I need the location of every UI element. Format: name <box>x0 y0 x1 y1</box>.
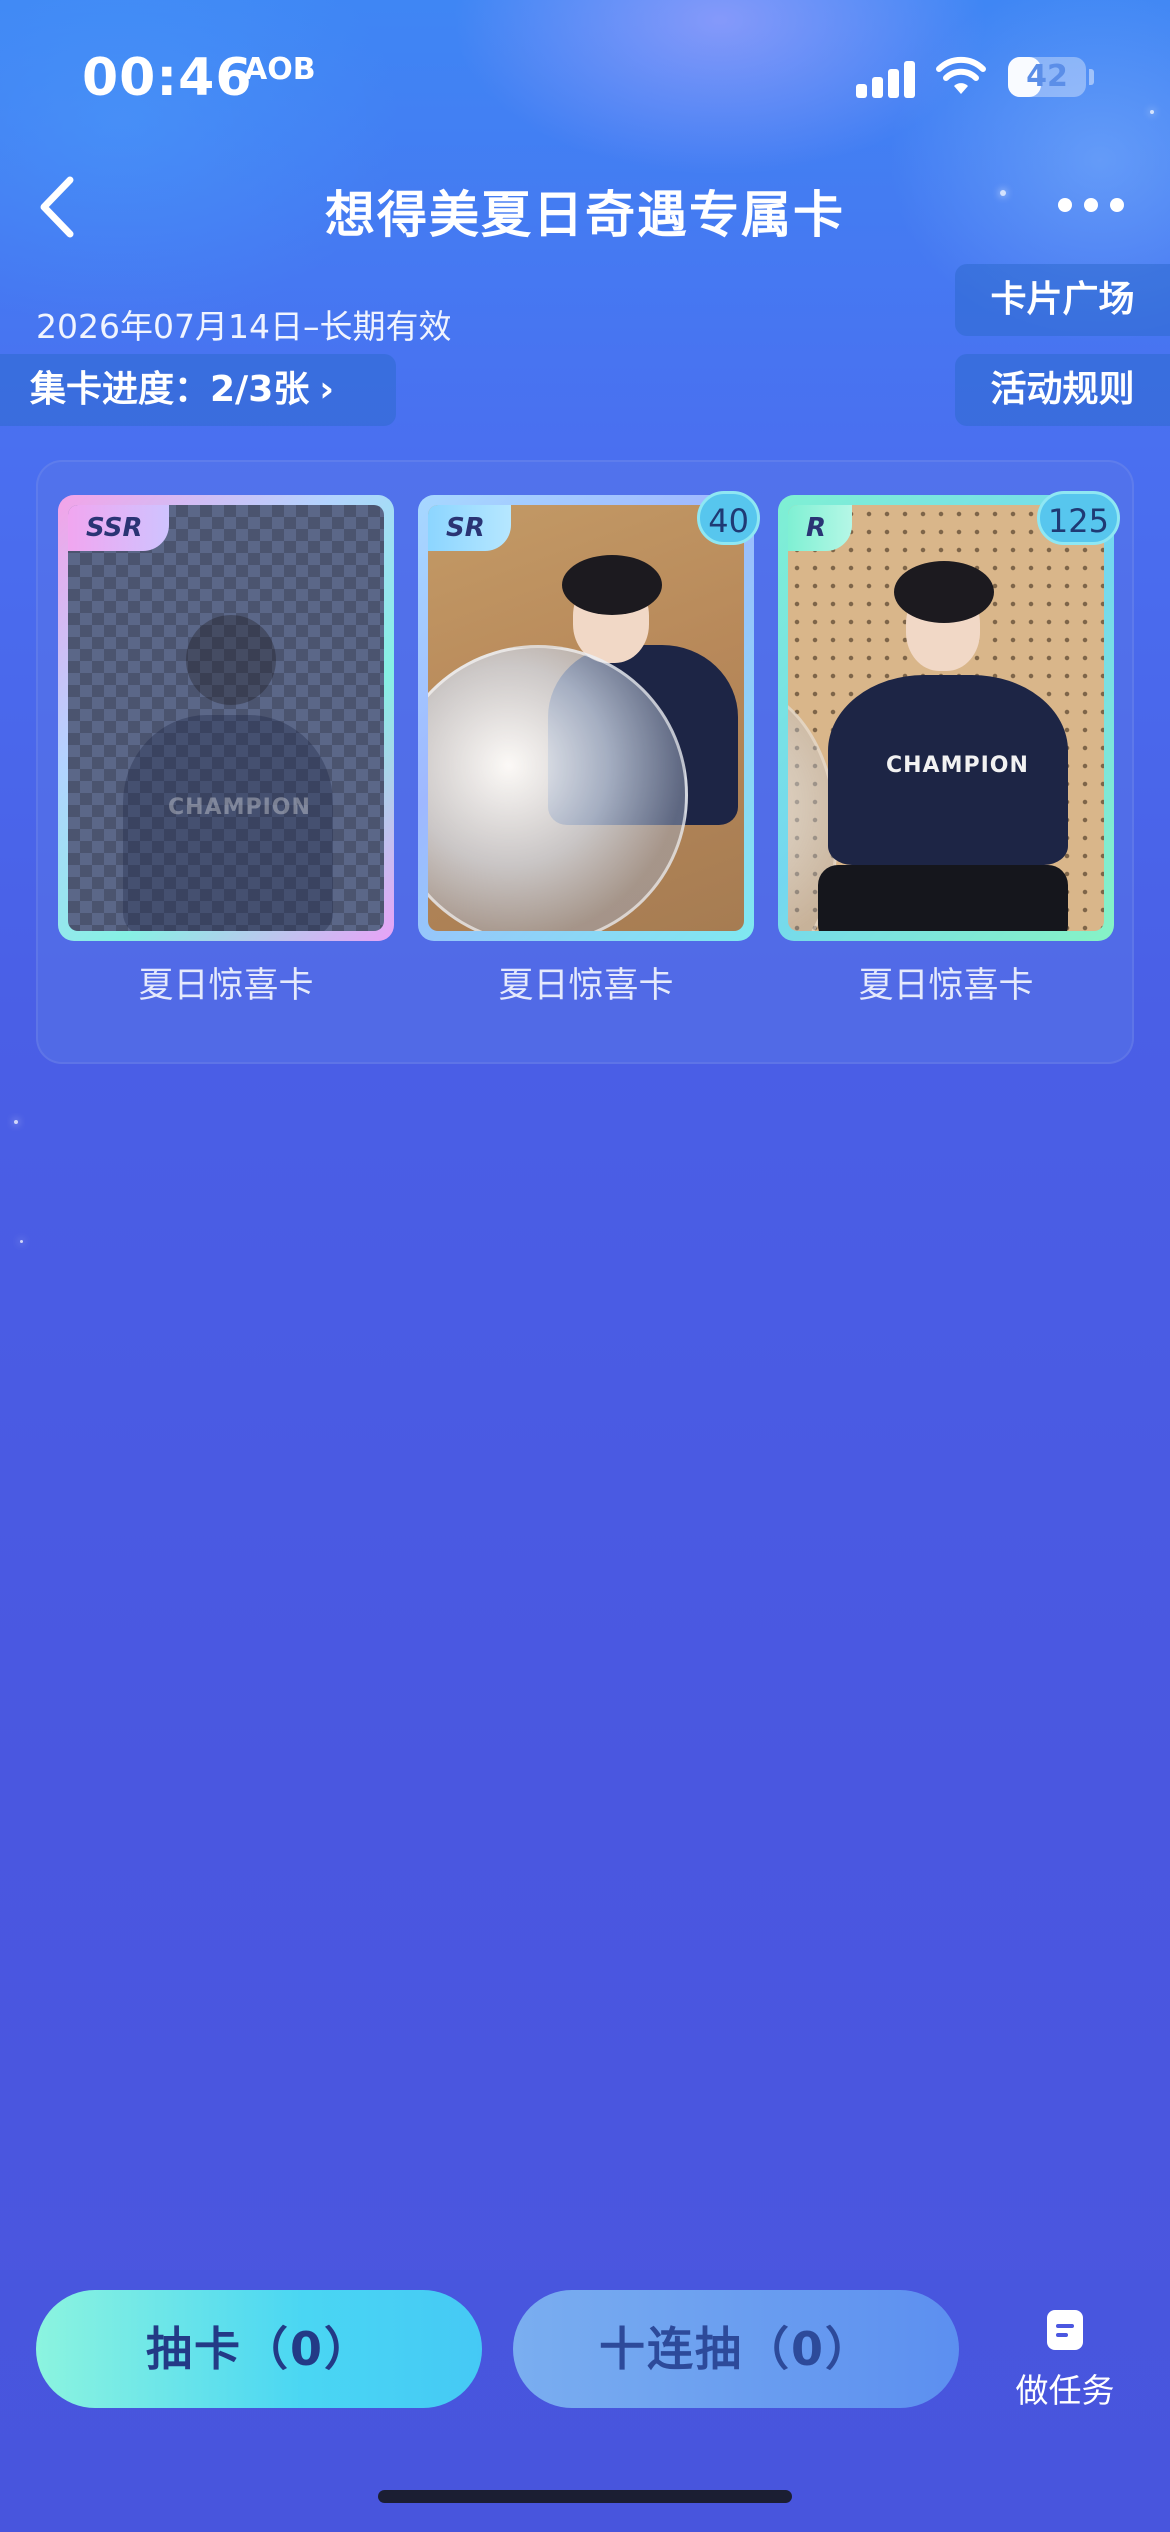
decorative-star <box>20 1240 23 1243</box>
do-tasks-label: 做任务 <box>1015 2371 1115 2410</box>
photo-hair <box>894 561 994 623</box>
battery-tip <box>1089 69 1094 85</box>
collection-progress-label: 集卡进度：2/3张 <box>30 369 310 410</box>
wifi-icon <box>936 56 986 94</box>
card-photo <box>428 505 744 931</box>
rarity-tag: R <box>788 505 853 551</box>
battery-level: 42 <box>1026 59 1068 94</box>
ten-draw-button[interactable]: 十连抽（0） <box>513 2290 959 2408</box>
card-r[interactable]: CHAMPION R 125 <box>778 491 1120 941</box>
rarity-tag: SSR <box>68 505 169 551</box>
card-name: 夏日惊喜卡 <box>138 966 314 1006</box>
card-sr[interactable]: SR 40 <box>418 491 760 941</box>
document-icon <box>1047 2310 1083 2350</box>
do-tasks-button[interactable]: 做任务 <box>1000 2306 1130 2416</box>
app-indicator-icon: AOB <box>244 52 316 87</box>
silhouette-body <box>123 715 333 931</box>
card-name: 夏日惊喜卡 <box>858 966 1034 1006</box>
validity-date: 2026年07月14日–长期有效 <box>36 307 452 346</box>
card-ssr[interactable]: CHAMPION SSR <box>58 495 394 941</box>
card-shirt-text: CHAMPION <box>886 753 1029 778</box>
card-name: 夏日惊喜卡 <box>498 966 674 1006</box>
more-dot <box>1058 198 1072 212</box>
more-dot <box>1084 198 1098 212</box>
photo-hair <box>562 555 662 615</box>
card-collection-panel: CHAMPION SSR 夏日惊喜卡 SR 40 夏日惊喜卡 CHAMPION … <box>36 460 1134 1064</box>
cellular-signal-icon <box>856 58 916 98</box>
decorative-star <box>14 1120 18 1124</box>
home-indicator[interactable] <box>378 2490 792 2503</box>
photo-pants <box>818 865 1068 931</box>
chevron-right-icon: › <box>319 369 335 410</box>
card-count-badge: 40 <box>697 491 760 545</box>
card-shirt-text: CHAMPION <box>168 795 311 820</box>
more-dot <box>1110 198 1124 212</box>
activity-rules-button[interactable]: 活动规则 <box>955 354 1170 426</box>
card-photo: CHAMPION <box>788 505 1104 931</box>
card-image-locked: CHAMPION <box>68 505 384 931</box>
collection-progress-button[interactable]: 集卡进度：2/3张 › <box>0 354 396 426</box>
card-count-badge: 125 <box>1036 491 1120 545</box>
status-time: 00:46 <box>82 48 253 108</box>
draw-card-button[interactable]: 抽卡（0） <box>36 2290 482 2408</box>
page-title: 想得美夏日奇遇专属卡 <box>325 186 845 244</box>
decorative-star <box>1000 190 1006 196</box>
silhouette-head <box>186 615 276 705</box>
card-plaza-button[interactable]: 卡片广场 <box>955 264 1170 336</box>
rarity-tag: SR <box>428 505 511 551</box>
battery-icon: 42 <box>1008 57 1086 97</box>
status-bar: 00:46 AOB 42 <box>0 0 1170 150</box>
more-options-button[interactable] <box>1058 190 1130 220</box>
back-button[interactable] <box>28 172 88 242</box>
